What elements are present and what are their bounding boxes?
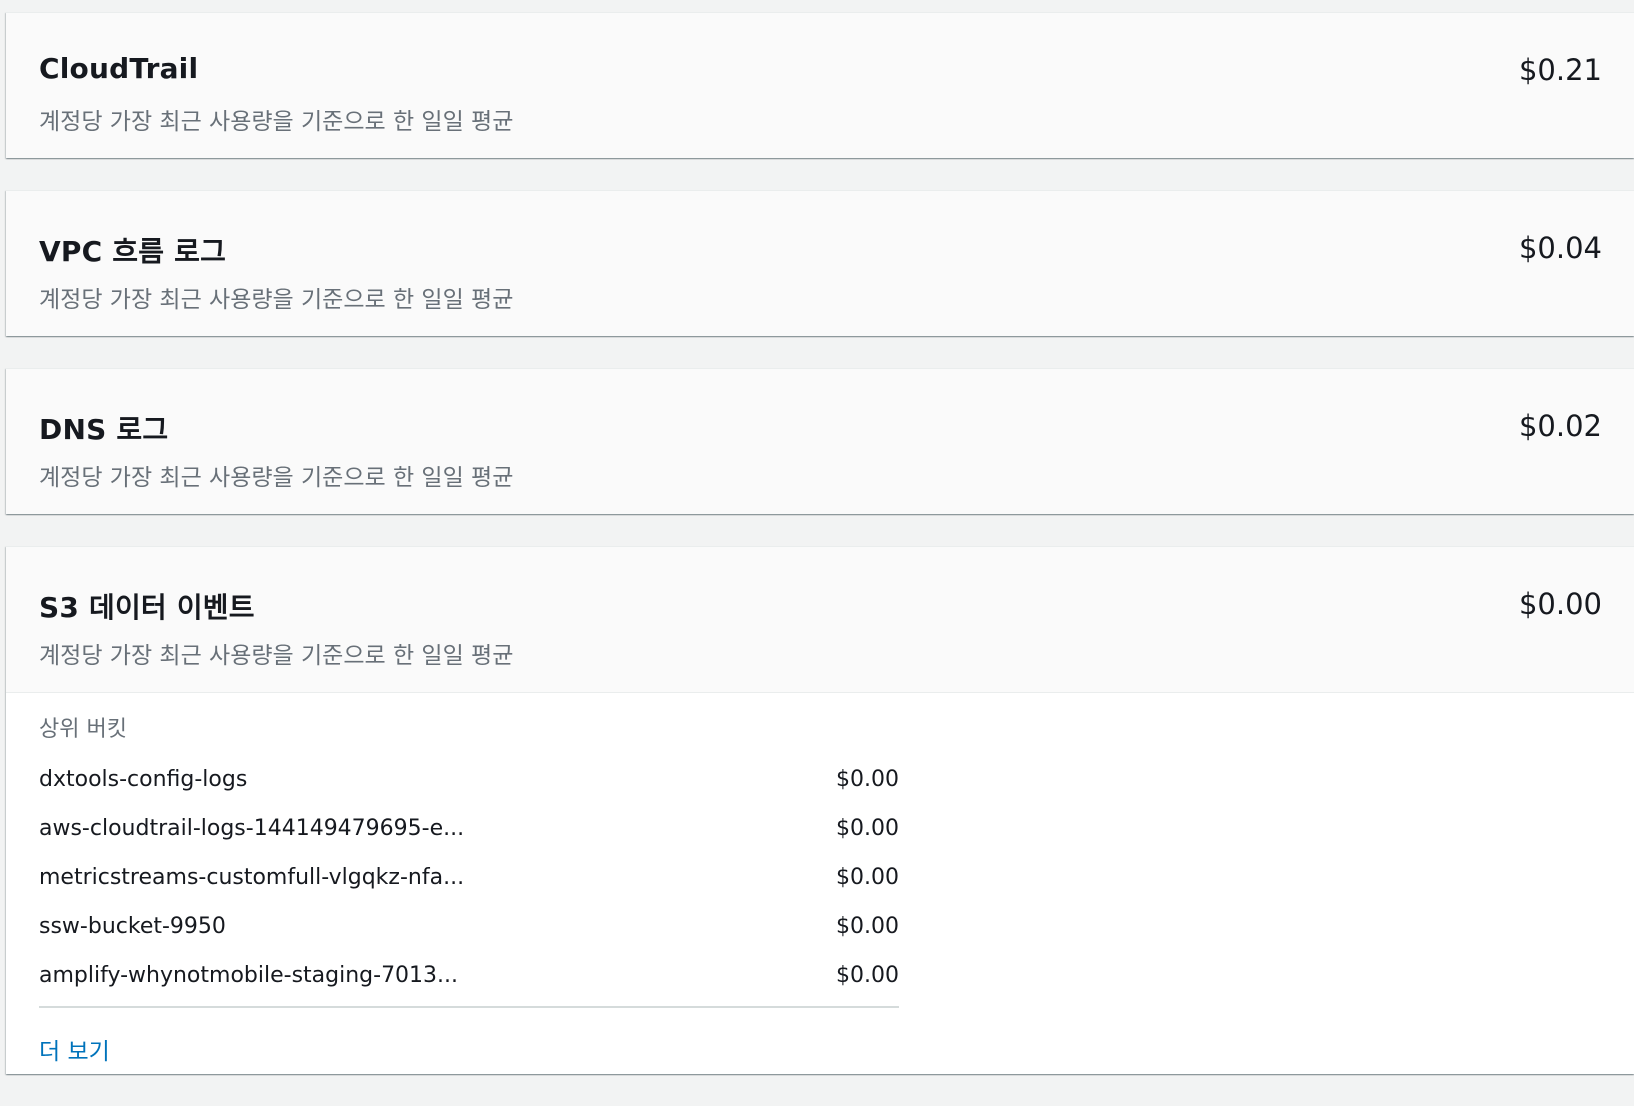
- bucket-cost: $0.00: [836, 865, 899, 890]
- bucket-row: amplify-whynotmobile-staging-7013... $0.…: [39, 951, 899, 1000]
- card-cost: $0.21: [1518, 53, 1602, 87]
- bucket-row: dxtools-config-logs $0.00: [39, 755, 899, 804]
- card-header: CloudTrail 계정당 가장 최근 사용량을 기준으로 한 일일 평균 $…: [6, 13, 1634, 158]
- bucket-name: dxtools-config-logs: [39, 767, 248, 792]
- usage-cost-page: CloudTrail 계정당 가장 최근 사용량을 기준으로 한 일일 평균 $…: [6, 12, 1634, 1106]
- card-subtitle: 계정당 가장 최근 사용량을 기준으로 한 일일 평균: [39, 287, 514, 313]
- card-cost: $0.02: [1518, 409, 1602, 443]
- bucket-name: metricstreams-customfull-vlgqkz-nfa...: [39, 865, 465, 890]
- card-cost: $0.04: [1518, 231, 1602, 265]
- cloudtrail-card: CloudTrail 계정당 가장 최근 사용량을 기준으로 한 일일 평균 $…: [6, 12, 1634, 158]
- card-title: S3 데이터 이벤트: [39, 591, 255, 624]
- top-buckets-heading: 상위 버킷: [39, 717, 127, 742]
- bucket-cost: $0.00: [836, 914, 899, 939]
- card-subtitle: 계정당 가장 최근 사용량을 기준으로 한 일일 평균: [39, 465, 514, 491]
- card-header: S3 데이터 이벤트 계정당 가장 최근 사용량을 기준으로 한 일일 평균 $…: [6, 547, 1634, 692]
- card-header: VPC 흐름 로그 계정당 가장 최근 사용량을 기준으로 한 일일 평균 $0…: [6, 191, 1634, 336]
- divider: [39, 1006, 899, 1008]
- top-buckets-section: 상위 버킷 dxtools-config-logs $0.00 aws-clou…: [6, 692, 1634, 1074]
- bucket-list: dxtools-config-logs $0.00 aws-cloudtrail…: [39, 755, 899, 1000]
- bucket-name: amplify-whynotmobile-staging-7013...: [39, 963, 459, 988]
- s3-data-events-card: S3 데이터 이벤트 계정당 가장 최근 사용량을 기준으로 한 일일 평균 $…: [6, 546, 1634, 1074]
- card-cost: $0.00: [1518, 587, 1602, 621]
- bucket-name: ssw-bucket-9950: [39, 914, 226, 939]
- card-subtitle: 계정당 가장 최근 사용량을 기준으로 한 일일 평균: [39, 109, 514, 135]
- card-title: CloudTrail: [39, 52, 199, 85]
- vpc-flow-logs-card: VPC 흐름 로그 계정당 가장 최근 사용량을 기준으로 한 일일 평균 $0…: [6, 190, 1634, 336]
- card-title: VPC 흐름 로그: [39, 235, 227, 268]
- bucket-cost: $0.00: [836, 767, 899, 792]
- card-subtitle: 계정당 가장 최근 사용량을 기준으로 한 일일 평균: [39, 643, 514, 669]
- bucket-row: aws-cloudtrail-logs-144149479695-e... $0…: [39, 804, 899, 853]
- bucket-cost: $0.00: [836, 963, 899, 988]
- dns-logs-card: DNS 로그 계정당 가장 최근 사용량을 기준으로 한 일일 평균 $0.02: [6, 368, 1634, 514]
- card-title: DNS 로그: [39, 413, 169, 446]
- card-header: DNS 로그 계정당 가장 최근 사용량을 기준으로 한 일일 평균 $0.02: [6, 369, 1634, 514]
- bucket-row: metricstreams-customfull-vlgqkz-nfa... $…: [39, 853, 899, 902]
- view-more-link[interactable]: 더 보기: [39, 1032, 110, 1066]
- bucket-name: aws-cloudtrail-logs-144149479695-e...: [39, 816, 465, 841]
- bucket-row: ssw-bucket-9950 $0.00: [39, 902, 899, 951]
- bucket-cost: $0.00: [836, 816, 899, 841]
